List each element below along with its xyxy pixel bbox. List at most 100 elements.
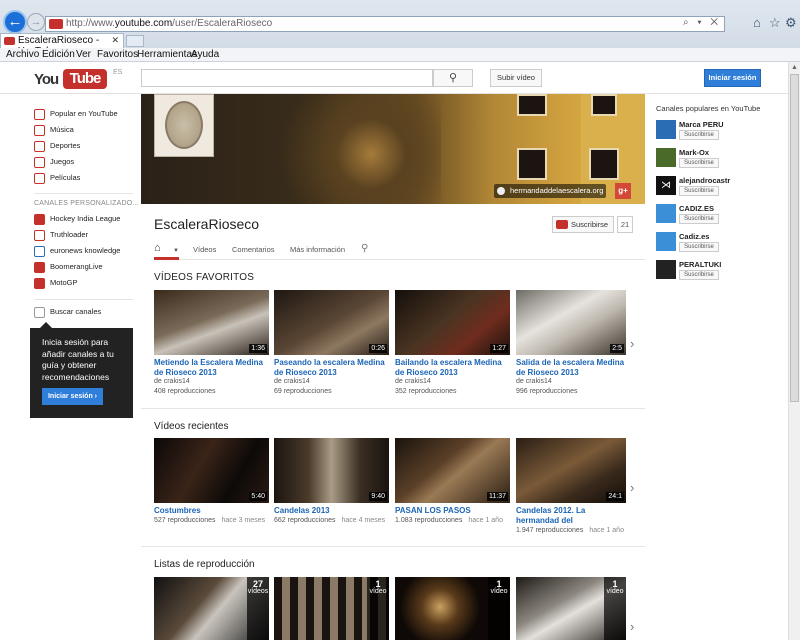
video-title[interactable]: Salida de la escalera Medina de Rioseco … [516, 358, 626, 378]
channel-crest-avatar[interactable] [154, 94, 214, 157]
video-thumbnail[interactable]: 1:27 [395, 290, 510, 355]
menu-herramientas[interactable]: Herramientas [137, 49, 197, 60]
logo-you: You [34, 71, 59, 88]
guide-item-games[interactable]: Juegos [34, 156, 134, 170]
guide-channel-motogp[interactable]: MotoGP [34, 277, 134, 291]
guide-item-music[interactable]: Música [34, 124, 134, 138]
channel-avatar[interactable] [656, 232, 676, 251]
tab-close-icon[interactable]: ✕ [111, 35, 119, 46]
video-author[interactable]: de crakis14 [154, 378, 190, 385]
guide-channel-euronews[interactable]: euronews knowledge [34, 245, 134, 259]
new-tab-button[interactable] [126, 35, 144, 47]
video-thumbnail[interactable]: 2:5 [516, 290, 626, 355]
scroll-up-icon[interactable]: ▲ [791, 64, 798, 71]
video-thumbnail[interactable]: 5:40 [154, 438, 269, 503]
browser-tab[interactable]: EscaleraRioseco - YouTube ✕ [0, 33, 124, 57]
channel-name-link[interactable]: PERALTUKI [679, 260, 721, 269]
channel-avatar[interactable] [656, 260, 676, 279]
next-arrow-icon[interactable]: › [630, 619, 634, 634]
menu-edicion[interactable]: Edición [42, 49, 75, 60]
guide-item-sports[interactable]: Deportes [34, 140, 134, 154]
section-divider [141, 408, 645, 409]
guide-channel-truthloader[interactable]: Truthloader [34, 229, 134, 243]
channel-subscribe-button[interactable]: Suscribirse [679, 186, 719, 196]
guide-channel-hockey[interactable]: Hockey India League [34, 213, 134, 227]
playlist-thumbnail[interactable]: 1 vídeo [395, 577, 510, 640]
video-thumbnail[interactable]: 1:36 [154, 290, 269, 355]
channel-subscribe-button[interactable]: Suscribirse [679, 214, 719, 224]
video-thumbnail[interactable]: 9:40 [274, 438, 389, 503]
menu-ayuda[interactable]: Ayuda [191, 49, 219, 60]
tab-about[interactable]: Más información [290, 245, 345, 254]
channel-name-link[interactable]: CADIZ.ES [679, 204, 714, 213]
guide-browse-channels[interactable]: Buscar canales [34, 306, 134, 320]
channel-subscribe-button[interactable]: Suscribirse [679, 158, 719, 168]
guide-channel-label: MotoGP [50, 278, 78, 287]
tab-videos[interactable]: Vídeos [193, 245, 216, 254]
forward-button[interactable]: → [27, 13, 45, 31]
home-icon[interactable]: ⌂ [753, 15, 761, 30]
page-scrollbar[interactable]: ▲ [788, 62, 800, 640]
tab-home[interactable]: ⌂ ▼ [154, 238, 179, 260]
guide-item-movies[interactable]: Películas [34, 172, 134, 186]
channel-subscribe-button[interactable]: Suscribirse [679, 270, 719, 280]
channel-avatar[interactable]: ⋊ [656, 176, 676, 195]
channel-avatar[interactable] [656, 204, 676, 223]
tab-comments[interactable]: Comentarios [232, 245, 275, 254]
video-thumbnail[interactable]: 0:26 [274, 290, 389, 355]
video-title[interactable]: Candelas 2013 [274, 506, 389, 516]
channel-subscribe-button[interactable]: Suscribirse [679, 130, 719, 140]
tools-gear-icon[interactable]: ⚙ [785, 15, 797, 31]
promo-login-button[interactable]: Iniciar sesión › [42, 388, 103, 405]
channel-avatar[interactable] [656, 148, 676, 167]
menu-ver[interactable]: Ver [76, 49, 91, 60]
upload-button[interactable]: Subir vídeo [490, 69, 542, 87]
video-views: 1.947 reproducciones [516, 527, 584, 534]
next-arrow-icon[interactable]: › [630, 480, 634, 495]
channel-name-link[interactable]: Mark-Ox [679, 148, 709, 157]
channel-search-icon[interactable]: ⚲ [361, 243, 368, 254]
playlist-count-number: 1 [612, 579, 618, 589]
channel-name-link[interactable]: Cadiz.es [679, 232, 709, 241]
search-button[interactable]: ⚲ [433, 69, 473, 87]
address-bar[interactable]: http://www.youtube.com/user/EscaleraRios… [45, 16, 725, 32]
login-button[interactable]: Iniciar sesión [704, 69, 761, 87]
video-duration: 5:40 [249, 492, 267, 501]
video-author[interactable]: de crakis14 [516, 378, 552, 385]
back-button[interactable]: ← [3, 10, 27, 34]
menu-archivo[interactable]: Archivo [6, 49, 39, 60]
playlist-thumbnail[interactable]: 27 vídeos [154, 577, 269, 640]
guide-item-popular[interactable]: Popular en YouTube [34, 108, 134, 122]
search-input[interactable] [141, 69, 433, 87]
video-author[interactable]: de crakis14 [395, 378, 431, 385]
channel-subscribe-button[interactable]: Suscribirse [679, 242, 719, 252]
video-title[interactable]: Paseando la escalera Medina de Rioseco 2… [274, 358, 389, 378]
video-thumbnail[interactable]: 11:37 [395, 438, 510, 503]
video-age: hace 3 meses [221, 517, 266, 524]
playlist-thumbnail[interactable]: 1 vídeo [274, 577, 389, 640]
video-thumbnail[interactable]: 24:1 [516, 438, 626, 503]
scrollbar-thumb[interactable] [790, 74, 799, 402]
next-arrow-icon[interactable]: › [630, 336, 634, 351]
channel-name-link[interactable]: Marca PERU [679, 120, 724, 129]
google-plus-icon[interactable]: g+ [615, 183, 631, 199]
channel-avatar[interactable] [656, 120, 676, 139]
video-views: 1.083 reproducciones [395, 517, 463, 524]
channel-site-link[interactable]: hermandaddelaescalera.org [494, 184, 606, 198]
subscribe-button[interactable]: Suscribirse [552, 216, 614, 233]
favorites-star-icon[interactable]: ☆ [769, 15, 781, 31]
guide-channel-boomerang[interactable]: BoomerangLive [34, 261, 134, 275]
video-duration: 11:37 [487, 492, 508, 501]
video-author[interactable]: de crakis14 [274, 378, 310, 385]
channel-name-link[interactable]: alejandrocastr [679, 176, 730, 185]
video-title[interactable]: Metiendo la Escalera Medina de Rioseco 2… [154, 358, 269, 378]
video-title[interactable]: Bailando la escalera Medina de Rioseco 2… [395, 358, 510, 378]
menu-favoritos[interactable]: Favoritos [97, 49, 138, 60]
sports-icon [34, 141, 45, 152]
address-controls[interactable]: ⌕ ▾ ✕ [683, 17, 721, 28]
playlist-thumbnail[interactable]: 1 vídeo [516, 577, 626, 640]
video-title[interactable]: PASAN LOS PASOS [395, 506, 510, 516]
video-duration: 9:40 [369, 492, 387, 501]
video-title[interactable]: Costumbres [154, 506, 269, 516]
video-title[interactable]: Candelas 2012. La hermandad del Descendi… [516, 506, 626, 526]
